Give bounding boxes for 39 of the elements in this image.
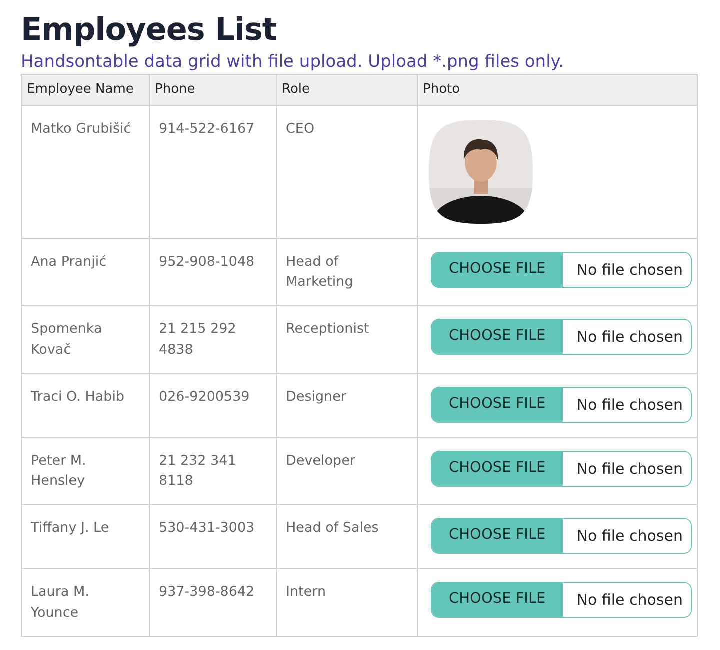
page-title: Employees List	[21, 12, 278, 50]
choose-file-button[interactable]: CHOOSE FILE	[432, 388, 563, 422]
table-cell: Developer	[276, 437, 418, 505]
file-upload-field[interactable]: CHOOSE FILE No file chosen	[431, 319, 692, 356]
table-cell: 937-398-8642	[150, 568, 276, 636]
file-upload-field[interactable]: CHOOSE FILE No file chosen	[431, 252, 692, 288]
table-cell: Head of Sales	[276, 504, 418, 569]
column-header[interactable]: Phone	[150, 74, 276, 106]
table-cell: Intern	[276, 568, 418, 636]
file-upload-field[interactable]: CHOOSE FILE No file chosen	[431, 518, 692, 554]
table-cell: Spomenka Kovač	[22, 306, 150, 374]
choose-file-button[interactable]: CHOOSE FILE	[432, 452, 563, 486]
table-cell: Traci O. Habib	[22, 373, 150, 438]
choose-file-button[interactable]: CHOOSE FILE	[432, 519, 563, 554]
column-header[interactable]: Photo	[418, 74, 698, 106]
table-cell: 914-522-6167	[150, 105, 276, 238]
file-upload-field[interactable]: CHOOSE FILE No file chosen	[431, 450, 692, 487]
table-cell: 21 215 292 4838	[150, 306, 276, 374]
table-cell: Head of Marketing	[276, 238, 418, 306]
table-cell: Ana Pranjić	[22, 238, 150, 306]
choose-file-button[interactable]: CHOOSE FILE	[432, 320, 563, 354]
table-cell: 21 232 341 8118	[150, 437, 276, 505]
table-cell: 026-9200539	[150, 373, 276, 438]
table-cell: Tiffany J. Le	[22, 504, 150, 569]
file-upload-field[interactable]: CHOOSE FILE No file chosen	[431, 582, 692, 618]
table-cell: Peter M. Hensley	[22, 437, 150, 505]
choose-file-button[interactable]: CHOOSE FILE	[432, 252, 563, 287]
table-cell: 530-431-3003	[150, 504, 276, 569]
table-cell: Designer	[276, 373, 418, 438]
table-cell: Receptionist	[276, 306, 418, 374]
table-cell: CEO	[276, 105, 418, 238]
page-subtitle: Handsontable data grid with file upload. Upload *.png files only.	[21, 51, 565, 74]
table-cell: Laura M. Younce	[22, 568, 150, 636]
file-upload-field[interactable]: CHOOSE FILE No file chosen	[431, 386, 692, 423]
choose-file-button[interactable]: CHOOSE FILE	[432, 583, 563, 618]
table-cell: Matko Grubišić	[22, 105, 150, 238]
column-header[interactable]: Employee Name	[22, 74, 150, 106]
column-header[interactable]: Role	[276, 74, 418, 106]
table-cell: 952-908-1048	[150, 238, 276, 306]
